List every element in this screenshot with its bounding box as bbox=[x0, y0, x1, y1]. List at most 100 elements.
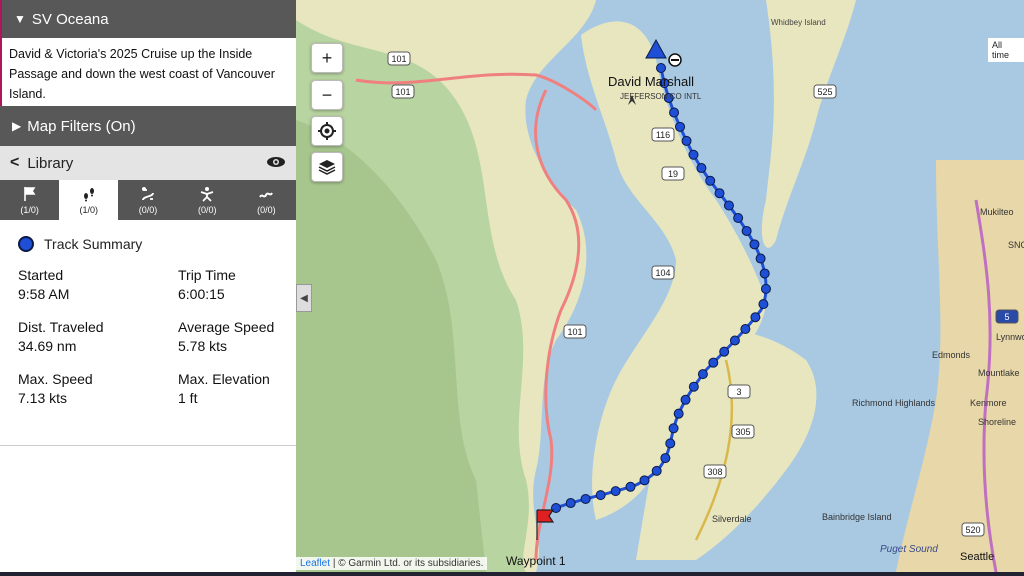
label-seattle: Seattle bbox=[960, 551, 994, 563]
time-filter-chip[interactable]: All time bbox=[988, 38, 1024, 62]
track-point[interactable] bbox=[696, 163, 707, 174]
stat-label: Average Speed bbox=[178, 319, 275, 335]
minus-bar bbox=[671, 59, 679, 61]
zoom-in-label: + bbox=[321, 47, 333, 68]
tab-count: (0/0) bbox=[138, 204, 158, 215]
track-point[interactable] bbox=[625, 481, 636, 492]
road-shield-label: 104 bbox=[655, 268, 670, 278]
track-point[interactable] bbox=[673, 408, 684, 419]
label-bainbridge: Bainbridge Island bbox=[822, 512, 892, 522]
track-point[interactable] bbox=[759, 268, 770, 279]
tab-tracks[interactable]: (1/0) bbox=[59, 180, 119, 220]
locate-button[interactable] bbox=[311, 116, 343, 146]
track-point[interactable] bbox=[750, 312, 761, 323]
track-summary-title[interactable]: Track Summary bbox=[18, 236, 296, 252]
track-point[interactable] bbox=[675, 121, 686, 132]
label-silverdale: Silverdale bbox=[712, 514, 752, 524]
library-header[interactable]: < Library bbox=[0, 146, 296, 180]
track-point[interactable] bbox=[665, 438, 676, 449]
tab-count: (0/0) bbox=[197, 204, 217, 215]
track-point[interactable] bbox=[639, 475, 650, 486]
stat-value: 9:58 AM bbox=[18, 286, 70, 302]
eye-icon[interactable] bbox=[266, 155, 286, 172]
track-point[interactable] bbox=[680, 394, 691, 405]
divider bbox=[0, 445, 296, 446]
track-point[interactable] bbox=[723, 200, 734, 211]
route-icon bbox=[142, 186, 154, 200]
map-attribution: Leaflet | © Garmin Ltd. or its subsidiar… bbox=[296, 557, 488, 570]
label-kenmore: Kenmore bbox=[970, 398, 1007, 408]
label-puget-sound: Puget Sound bbox=[880, 544, 938, 555]
track-point[interactable] bbox=[656, 63, 666, 73]
leaflet-link[interactable]: Leaflet bbox=[300, 558, 330, 569]
track-point[interactable] bbox=[729, 335, 740, 346]
stat-value: 7.13 kts bbox=[18, 390, 68, 406]
track-point[interactable] bbox=[705, 175, 716, 186]
road-shield-label: 308 bbox=[707, 467, 722, 477]
track-point[interactable] bbox=[758, 299, 769, 310]
collapse-panel-handle[interactable]: ◀ bbox=[296, 284, 312, 312]
layers-icon bbox=[318, 160, 336, 175]
road-shield-label: 520 bbox=[965, 525, 980, 535]
stat-label: Dist. Traveled bbox=[18, 319, 104, 335]
label-mukilteo: Mukilteo bbox=[980, 207, 1014, 217]
tab-activities[interactable]: (0/0) bbox=[178, 180, 237, 220]
label-waypoint-1: Waypoint 1 bbox=[506, 554, 566, 568]
summary-cell: Trip Time 6:00:15 bbox=[178, 266, 298, 304]
zoom-out-label: − bbox=[321, 84, 333, 105]
layers-button[interactable] bbox=[311, 152, 343, 182]
track-point[interactable] bbox=[733, 213, 744, 224]
map-svg[interactable]: David Marshall JEFFERSON CO INTL Waypoin… bbox=[296, 0, 1024, 572]
vessel-header[interactable]: ▼ SV Oceana bbox=[0, 0, 296, 38]
track-point[interactable] bbox=[719, 346, 730, 357]
summary-cell: Dist. Traveled 34.69 nm bbox=[18, 318, 178, 356]
label-richmond: Richmond Highlands bbox=[852, 398, 936, 408]
track-point[interactable] bbox=[688, 149, 699, 160]
crosshair-icon bbox=[318, 122, 336, 140]
track-point[interactable] bbox=[610, 486, 621, 497]
label-david-marshall: David Marshall bbox=[608, 74, 694, 89]
track-point[interactable] bbox=[595, 490, 606, 501]
expand-triangle-icon: ▼ bbox=[14, 12, 26, 26]
road-shield-label: 101 bbox=[567, 327, 582, 337]
track-point[interactable] bbox=[749, 239, 760, 250]
track-point[interactable] bbox=[697, 369, 708, 380]
zoom-in-button[interactable]: + bbox=[311, 43, 343, 73]
road-shield-label: 116 bbox=[656, 130, 670, 140]
zoom-out-button[interactable]: − bbox=[311, 80, 343, 110]
attribution-text: | © Garmin Ltd. or its subsidiaries. bbox=[332, 558, 484, 569]
track-point[interactable] bbox=[740, 324, 751, 335]
summary-grid: Started 9:58 AM Trip Time 6:00:15 Dist. Tr… bbox=[18, 266, 296, 408]
label-snoh: SNOH bbox=[1008, 240, 1024, 250]
flag-icon bbox=[23, 186, 36, 201]
track-summary-label: Track Summary bbox=[44, 236, 143, 252]
tab-routes[interactable]: (0/0) bbox=[118, 180, 177, 220]
track-point[interactable] bbox=[668, 423, 679, 434]
chevron-left-icon[interactable]: < bbox=[10, 154, 19, 172]
track-point[interactable] bbox=[760, 283, 771, 294]
track-point[interactable] bbox=[708, 357, 719, 368]
tab-trails[interactable]: (0/0) bbox=[237, 180, 296, 220]
track-point[interactable] bbox=[651, 465, 662, 476]
track-point[interactable] bbox=[688, 381, 699, 392]
track-point[interactable] bbox=[660, 453, 671, 464]
tab-count: (0/0) bbox=[257, 204, 276, 215]
track-point[interactable] bbox=[580, 493, 591, 504]
collapsed-triangle-icon: ▶ bbox=[12, 119, 22, 133]
track-point[interactable] bbox=[669, 107, 680, 118]
stat-label: Trip Time bbox=[178, 267, 236, 283]
track-point[interactable] bbox=[565, 498, 576, 509]
track-point[interactable] bbox=[714, 188, 725, 199]
track-color-icon bbox=[18, 236, 34, 252]
stat-value: 6:00:15 bbox=[178, 286, 225, 302]
map-filters-header[interactable]: ▶ Map Filters (On) bbox=[0, 106, 296, 146]
track-point[interactable] bbox=[755, 253, 766, 264]
road-shield-label: 3 bbox=[736, 387, 741, 397]
road-shield-label: 19 bbox=[668, 169, 678, 179]
track-point[interactable] bbox=[681, 135, 692, 146]
tab-waypoints[interactable]: (1/0) bbox=[0, 180, 59, 220]
label-whidbey: Whidbey Island bbox=[771, 18, 826, 27]
map-canvas[interactable]: David Marshall JEFFERSON CO INTL Waypoin… bbox=[296, 0, 1024, 572]
footprints-icon bbox=[83, 187, 94, 201]
track-point[interactable] bbox=[741, 225, 752, 236]
